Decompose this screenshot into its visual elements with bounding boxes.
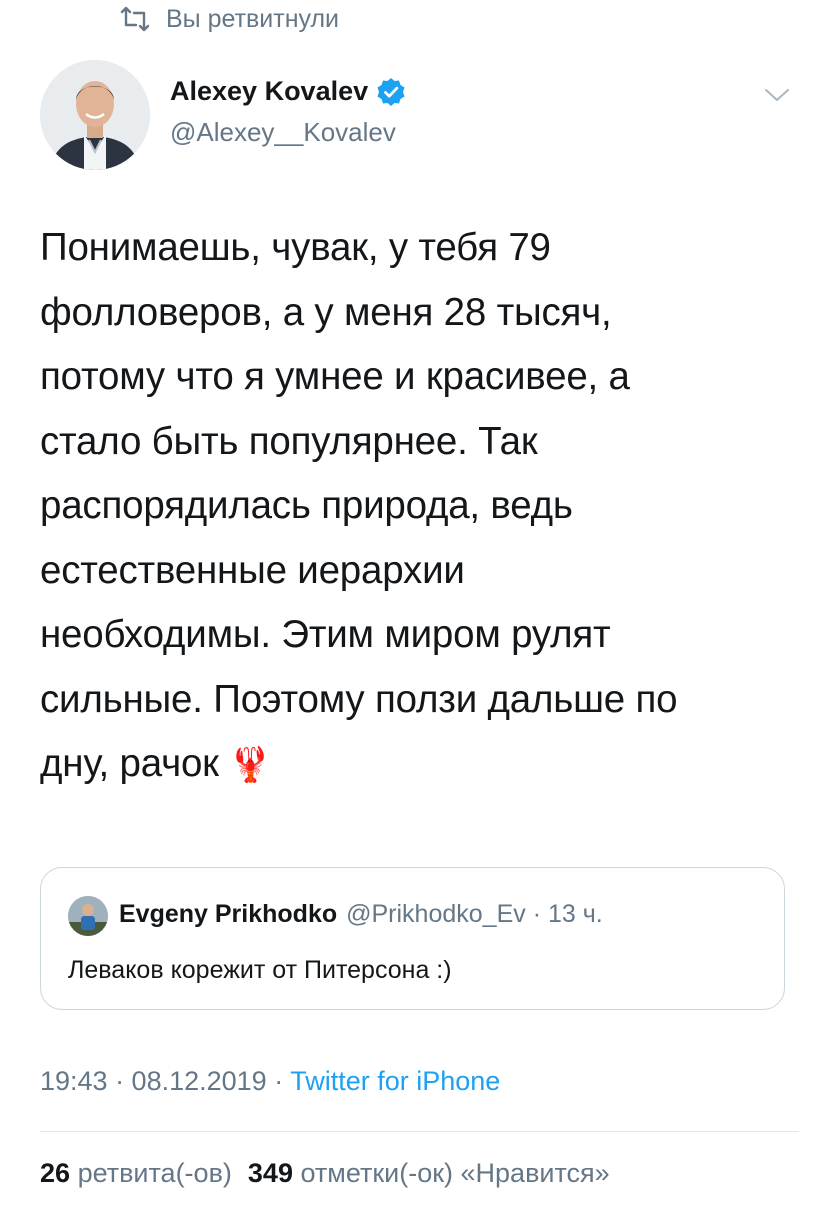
- tweet-line: распорядилась природа, ведь: [40, 484, 573, 527]
- tweet-line: фолловеров, а у меня 28 тысяч,: [40, 290, 612, 334]
- verified-badge-icon: [376, 77, 406, 107]
- likes-count: 349: [247, 1158, 293, 1188]
- likes-label: отметки(-ок) «Нравится»: [300, 1158, 610, 1188]
- author-avatar[interactable]: [40, 60, 150, 170]
- quote-text: Леваков корежит от Питерсона :): [68, 956, 452, 984]
- tweet-text: Понимаешь, чувак, у тебя 79 фолловеров, …: [40, 216, 800, 798]
- lobster-emoji: 🦞: [229, 746, 272, 784]
- retweet-context-label: Вы ретвитнули: [166, 4, 340, 33]
- retweet-context: Вы ретвитнули: [118, 2, 339, 36]
- retweets-stat[interactable]: 26 ретвита(-ов): [40, 1158, 232, 1188]
- quoted-tweet-card[interactable]: Evgeny Prikhodko @Prikhodko_Ev · 13 ч. Л…: [40, 867, 785, 1010]
- likes-stat[interactable]: 349 отметки(-ок) «Нравится»: [248, 1158, 610, 1188]
- retweets-count: 26: [40, 1158, 71, 1188]
- tweet-line: необходимы. Этим миром рулят: [40, 613, 611, 656]
- tweet-line-last: дну, рачок 🦞: [40, 732, 800, 798]
- tweet-stats: 26 ретвита(-ов) 349 отметки(-ок) «Нравитс…: [40, 1158, 610, 1189]
- tweet-source-link[interactable]: Twitter for iPhone: [290, 1066, 500, 1096]
- tweet-line: сильные. Поэтому ползи дальше по: [40, 677, 678, 721]
- author-handle[interactable]: @Alexey__Kovalev: [170, 117, 396, 148]
- tweet-line: потому что я умнее и красивее, а: [40, 355, 630, 398]
- tweet-line: дну, рачок: [40, 742, 219, 785]
- author-name-text[interactable]: Alexey Kovalev: [170, 76, 368, 107]
- tweet-line: стало быть популярнее. Так: [40, 419, 538, 463]
- retweets-label: ретвита(-ов): [77, 1158, 232, 1188]
- quote-author-handle-time: @Prikhodko_Ev · 13 ч.: [346, 900, 603, 928]
- tweet-meta: 19:43 · 08.12.2019 · Twitter for iPhone: [40, 1066, 500, 1097]
- quote-author-name[interactable]: Evgeny Prikhodko: [119, 900, 337, 929]
- retweet-icon: [118, 6, 152, 32]
- quote-header: Evgeny Prikhodko @Prikhodko_Ev · 13 ч.: [119, 900, 603, 929]
- quote-author-avatar[interactable]: [68, 896, 108, 936]
- chevron-down-icon[interactable]: [764, 86, 790, 104]
- tweet-line: Понимаешь, чувак, у тебя 79: [40, 226, 551, 269]
- tweet-line: естественные иерархии: [40, 548, 465, 592]
- divider: [40, 1131, 799, 1132]
- tweet-timestamp[interactable]: 19:43 · 08.12.2019 ·: [40, 1066, 290, 1096]
- author-name[interactable]: Alexey Kovalev: [170, 76, 406, 107]
